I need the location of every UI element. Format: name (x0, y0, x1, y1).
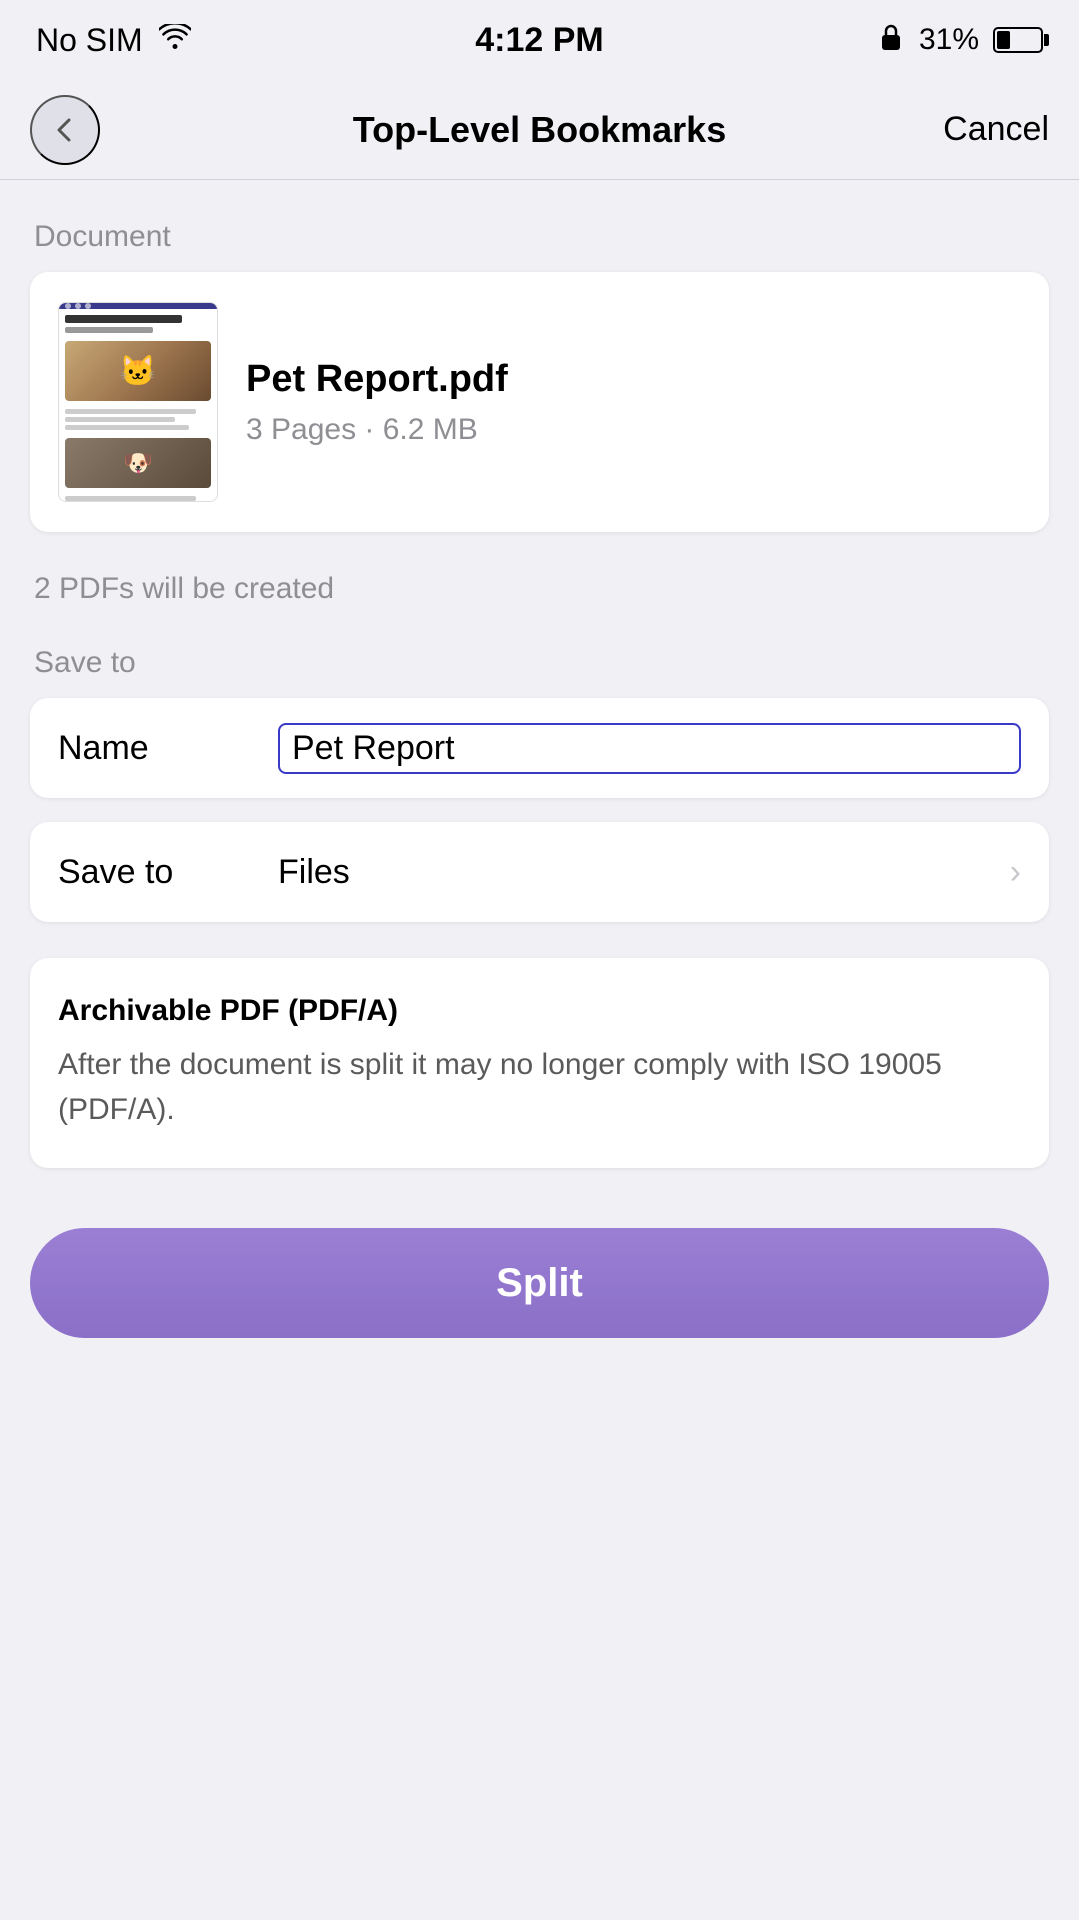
no-sim-label: No SIM (36, 22, 143, 59)
save-to-value: Files (278, 853, 1010, 892)
name-row-card: Name (30, 698, 1049, 798)
status-right: 31% (877, 22, 1043, 59)
status-bar: No SIM 4:12 PM 31% (0, 0, 1079, 80)
wifi-icon (159, 24, 191, 57)
cancel-button[interactable]: Cancel (943, 110, 1049, 149)
lock-icon (877, 22, 905, 59)
document-card: 🐱 🐶 Pet Report.pdf 3 Pages · 6.2 MB (30, 272, 1049, 532)
name-input[interactable] (278, 723, 1021, 774)
save-section-label: Save to (30, 646, 1049, 680)
nav-title: Top-Level Bookmarks (353, 109, 726, 151)
save-to-label: Save to (58, 853, 278, 892)
chevron-left-icon (51, 116, 79, 144)
status-left: No SIM (36, 22, 191, 59)
pdfs-info-text: 2 PDFs will be created (30, 572, 1049, 606)
status-time: 4:12 PM (475, 21, 604, 60)
document-meta: 3 Pages · 6.2 MB (246, 413, 1021, 447)
document-thumbnail: 🐱 🐶 (58, 302, 218, 502)
archive-notice-body: After the document is split it may no lo… (58, 1042, 1021, 1132)
document-section-label: Document (30, 220, 1049, 254)
battery-icon (993, 27, 1043, 53)
split-button[interactable]: Split (30, 1228, 1049, 1338)
archive-notice-card: Archivable PDF (PDF/A) After the documen… (30, 958, 1049, 1168)
back-button[interactable] (30, 95, 100, 165)
chevron-right-icon: › (1010, 853, 1021, 892)
archive-notice-title: Archivable PDF (PDF/A) (58, 994, 1021, 1028)
name-label-cell: Name (58, 698, 278, 798)
save-to-card[interactable]: Save to Files › (30, 822, 1049, 922)
document-info: Pet Report.pdf 3 Pages · 6.2 MB (246, 358, 1021, 447)
main-content: Document 🐱 🐶 (0, 180, 1079, 1378)
name-input-cell[interactable] (278, 698, 1021, 798)
document-filename: Pet Report.pdf (246, 358, 1021, 401)
name-label: Name (58, 729, 149, 768)
nav-bar: Top-Level Bookmarks Cancel (0, 80, 1079, 180)
battery-pct-label: 31% (919, 23, 979, 57)
